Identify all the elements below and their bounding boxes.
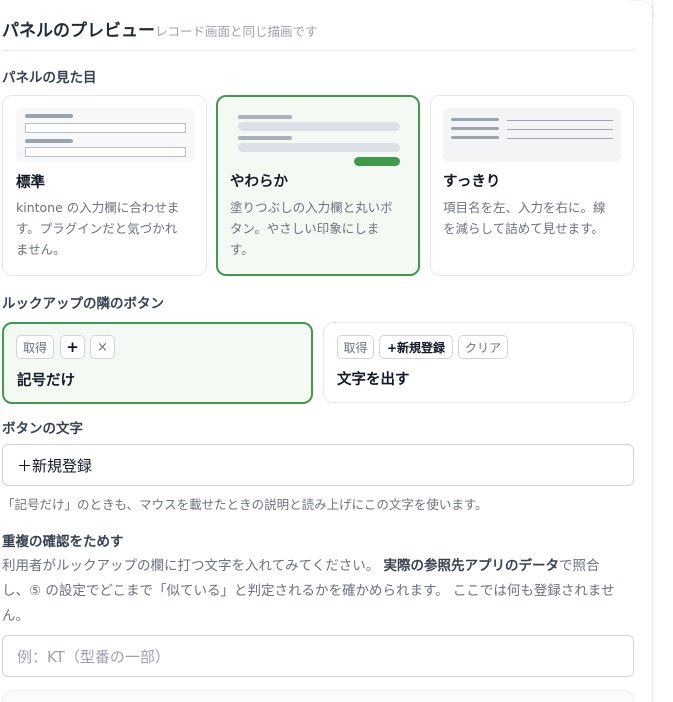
lookup-option-text[interactable]: 取得 +新規登録 クリア 文字を出す — [323, 322, 634, 403]
lookup-option-name: 記号だけ — [17, 373, 75, 389]
dup-check-description: 利用者がルックアップの欄に打つ文字を入れてみてください。 実際の参照先アプリのデ… — [2, 558, 615, 624]
thumb-label-bar — [25, 114, 73, 118]
appearance-option-desc: 項目名を左、入力を右に。線 を減らして詰めて見せます。 — [443, 200, 606, 236]
thumb-line — [507, 120, 613, 121]
fetch-chip: 取得 — [16, 335, 54, 359]
panel-edge — [652, 0, 673, 702]
button-text-help: 「記号だけ」のときも、マウスを載せたときの説明と読み上げにこの文字を使います。 — [2, 497, 488, 512]
thumb-label-bar — [238, 136, 292, 140]
button-text-input[interactable]: ＋新規登録 — [2, 444, 634, 486]
thumb-label-bar — [238, 115, 292, 119]
thumb-label-bar — [451, 127, 499, 130]
thumb-button-bar — [354, 157, 400, 166]
thumb-label-bar — [451, 118, 499, 121]
standard-preview-thumb — [16, 108, 195, 162]
dup-check-input[interactable]: 例：KT（型番の一部） — [2, 635, 634, 677]
appearance-option-desc: 塗りつぶしの入力欄と丸いボ タン。やさしい印象にしま す。 — [230, 200, 393, 257]
lookup-option-name: 文字を出す — [337, 372, 410, 388]
appearance-option-desc: kintone の入力欄に合わせま す。プラグインだと気づかれ ません。 — [16, 200, 180, 257]
next-card — [2, 690, 634, 702]
soft-preview-thumb — [230, 108, 408, 166]
appearance-label: パネルの見た目 — [2, 70, 97, 86]
thumb-input-bar — [238, 143, 400, 152]
clear-chip: クリア — [458, 335, 508, 359]
button-text-label: ボタンの文字 — [2, 421, 83, 437]
lookup-option-symbols[interactable]: 取得 + × 記号だけ — [2, 322, 313, 404]
thumb-label-bar — [451, 136, 499, 139]
appearance-option-name: やわらか — [230, 174, 288, 190]
page-title: パネルのプレビュー — [2, 21, 155, 41]
clean-preview-thumb — [443, 108, 621, 162]
thumb-label-bar — [25, 139, 73, 143]
thumb-line — [507, 138, 613, 139]
page-subtitle: レコード画面と同じ描画です — [155, 24, 318, 39]
appearance-option-name: 標準 — [16, 175, 45, 191]
appearance-option-standard[interactable]: 標準 kintone の入力欄に合わせま す。プラグインだと気づかれ ません。 — [2, 95, 207, 276]
lookup-buttons-label: ルックアップの隣のボタン — [2, 296, 164, 312]
plus-icon: + — [60, 335, 85, 359]
thumb-input-bar — [25, 147, 186, 157]
new-register-chip: +新規登録 — [379, 335, 453, 359]
thumb-input-bar — [25, 123, 186, 133]
thumb-line — [507, 129, 613, 130]
appearance-option-clean[interactable]: すっきり 項目名を左、入力を右に。線 を減らして詰めて見せます。 — [430, 95, 634, 276]
thumb-input-bar — [238, 122, 400, 131]
appearance-option-name: すっきり — [443, 174, 501, 190]
close-icon: × — [90, 335, 115, 359]
fetch-chip: 取得 — [337, 335, 374, 359]
dup-check-label: 重複の確認をためす — [2, 534, 124, 550]
appearance-option-soft[interactable]: やわらか 塗りつぶしの入力欄と丸いボ タン。やさしい印象にしま す。 — [216, 95, 420, 276]
preview-header: パネルのプレビュー レコード画面と同じ描画です — [2, 15, 634, 51]
